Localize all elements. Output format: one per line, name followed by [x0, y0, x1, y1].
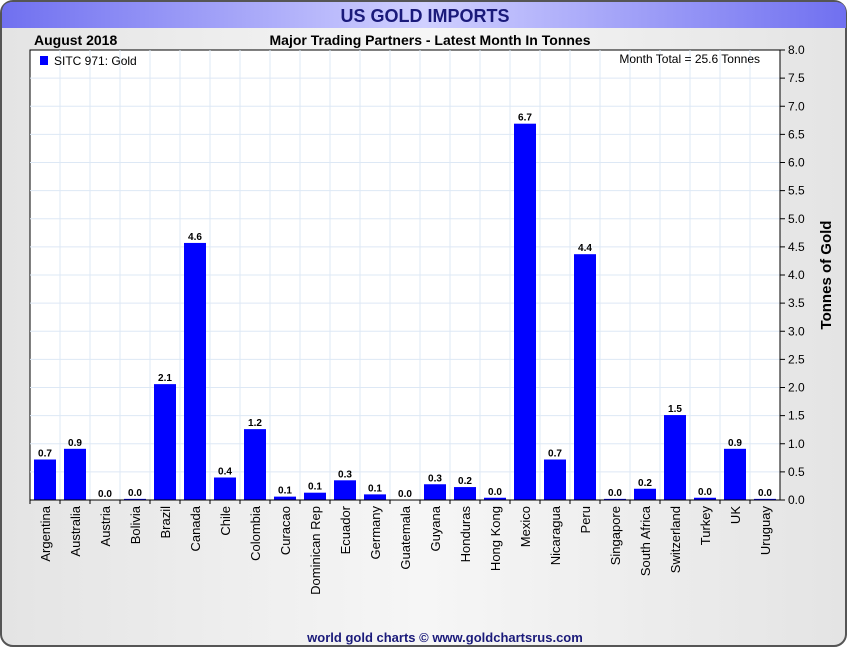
- y-tick-label: 6.5: [788, 127, 805, 141]
- y-tick-label: 7.5: [788, 71, 805, 85]
- y-tick-label: 8.0: [788, 43, 805, 57]
- data-label: 0.7: [38, 449, 52, 460]
- x-tick-label: Guatemala: [398, 505, 413, 569]
- x-tick-label: Austria: [98, 505, 113, 546]
- legend-swatch: [40, 56, 48, 65]
- y-tick-label: 5.5: [788, 184, 805, 198]
- data-label: 0.0: [488, 487, 502, 498]
- bar-colombia: [244, 429, 266, 500]
- y-tick-label: 1.0: [788, 437, 805, 451]
- data-label: 0.7: [548, 449, 562, 460]
- y-tick-label: 2.5: [788, 352, 805, 366]
- data-label: 0.3: [428, 473, 442, 484]
- data-label: 0.0: [758, 488, 772, 499]
- bar-germany: [364, 494, 386, 500]
- bar-australia: [64, 448, 86, 500]
- data-label: 0.9: [728, 438, 742, 449]
- x-tick-label: Colombia: [248, 505, 263, 561]
- bar-switzerland: [664, 415, 686, 500]
- y-tick-label: 4.5: [788, 240, 805, 254]
- bar-argentina: [34, 459, 56, 500]
- x-tick-label: Singapore: [608, 506, 623, 565]
- y-tick-label: 2.0: [788, 381, 805, 395]
- x-tick-label: Peru: [578, 506, 593, 533]
- bar-south-africa: [634, 488, 656, 500]
- month-total-annotation: Month Total = 25.6 Tonnes: [619, 52, 760, 66]
- data-label: 0.2: [638, 478, 652, 489]
- x-tick-label: Hong Kong: [488, 506, 503, 571]
- x-tick-label: UK: [728, 506, 743, 524]
- x-tick-label: Honduras: [458, 506, 473, 563]
- bar-chile: [214, 477, 236, 500]
- x-tick-label: Brazil: [158, 506, 173, 539]
- y-tick-label: 0.5: [788, 465, 805, 479]
- x-tick-label: Mexico: [518, 506, 533, 547]
- y-tick-label: 1.5: [788, 409, 805, 423]
- x-tick-label: Uruguay: [758, 506, 773, 556]
- bar-peru: [574, 254, 596, 500]
- bar-ecuador: [334, 480, 356, 500]
- data-label: 1.5: [668, 404, 682, 415]
- data-label: 0.0: [608, 488, 622, 499]
- data-label: 4.4: [578, 243, 592, 254]
- x-tick-label: Dominican Rep: [308, 506, 323, 595]
- x-tick-label: Bolivia: [128, 505, 143, 544]
- bar-dominican-rep: [304, 492, 326, 500]
- bar-nicaragua: [544, 459, 566, 500]
- y-tick-label: 4.0: [788, 268, 805, 282]
- bar-brazil: [154, 384, 176, 500]
- data-label: 2.1: [158, 373, 172, 384]
- chart: US GOLD IMPORTS August 2018 Major Tradin…: [0, 0, 847, 647]
- chart-title: US GOLD IMPORTS: [340, 6, 509, 26]
- data-label: 0.0: [98, 489, 112, 500]
- y-tick-label: 0.0: [788, 493, 805, 507]
- data-label: 1.2: [248, 418, 262, 429]
- data-label: 0.1: [278, 486, 292, 497]
- x-tick-label: Nicaragua: [548, 505, 563, 565]
- x-tick-label: Switzerland: [668, 506, 683, 573]
- y-axis-label: Tonnes of Gold: [818, 221, 835, 330]
- legend-label: SITC 971: Gold: [54, 54, 137, 68]
- bar-guyana: [424, 484, 446, 500]
- data-label: 0.1: [308, 482, 322, 493]
- x-tick-label: Argentina: [38, 505, 53, 561]
- data-label: 0.1: [368, 483, 382, 494]
- y-tick-label: 3.0: [788, 324, 805, 338]
- y-tick-label: 6.0: [788, 156, 805, 170]
- x-tick-label: Guyana: [428, 505, 443, 551]
- y-tick-label: 3.5: [788, 296, 805, 310]
- x-tick-label: Germany: [368, 506, 383, 560]
- data-label: 0.9: [68, 438, 82, 449]
- data-label: 6.7: [518, 113, 532, 124]
- data-label: 4.6: [188, 232, 202, 243]
- y-tick-label: 5.0: [788, 212, 805, 226]
- chart-subtitle: Major Trading Partners - Latest Month In…: [270, 32, 591, 48]
- bar-canada: [184, 242, 206, 500]
- x-tick-label: Ecuador: [338, 505, 353, 554]
- data-label: 0.0: [128, 488, 142, 499]
- footer-credit: world gold charts © www.goldchartsrus.co…: [306, 630, 583, 645]
- x-tick-label: Turkey: [698, 506, 713, 546]
- x-tick-label: Australia: [68, 505, 83, 556]
- data-label: 0.0: [698, 487, 712, 498]
- bar-curacao: [274, 496, 296, 500]
- x-tick-label: South Africa: [638, 505, 653, 576]
- bar-honduras: [454, 487, 476, 500]
- bar-uk: [724, 448, 746, 500]
- x-tick-label: Curacao: [278, 506, 293, 555]
- data-label: 0.2: [458, 476, 472, 487]
- y-tick-label: 7.0: [788, 99, 805, 113]
- data-label: 0.3: [338, 469, 352, 480]
- bar-mexico: [514, 123, 536, 500]
- x-tick-label: Chile: [218, 506, 233, 536]
- x-tick-label: Canada: [188, 505, 203, 551]
- data-label: 0.4: [218, 467, 232, 478]
- data-label: 0.0: [398, 489, 412, 500]
- period-label: August 2018: [34, 32, 117, 48]
